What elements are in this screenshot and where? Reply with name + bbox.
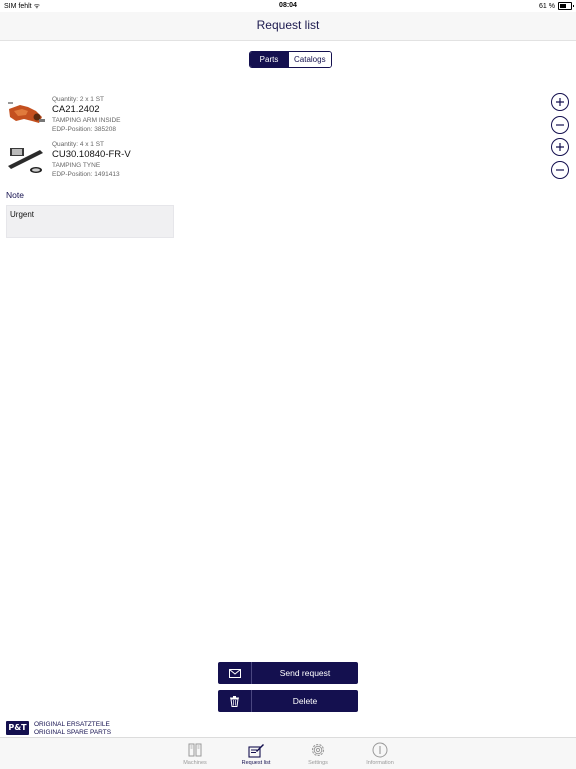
item-description: TAMPING TYNE	[52, 162, 101, 169]
brand-text: ORIGINAL ERSATZTEILE ORIGINAL SPARE PART…	[34, 721, 111, 737]
send-request-button[interactable]: Send request	[218, 662, 358, 684]
brand-line-1: ORIGINAL ERSATZTEILE	[34, 721, 110, 728]
item-details: Quantity: 2 x 1 ST CA21.2402 TAMPING ARM…	[52, 95, 121, 134]
tab-label: Request list	[241, 760, 271, 766]
segment-parts[interactable]: Parts	[250, 52, 288, 67]
brand-line-2: ORIGINAL SPARE PARTS	[34, 729, 112, 736]
envelope-icon	[218, 662, 252, 684]
info-icon	[372, 742, 388, 758]
status-bar: SIM fehlt ᯤ 08:04 61 %	[0, 0, 576, 12]
brand-logo: P&T	[6, 721, 29, 735]
minus-icon	[556, 124, 564, 126]
note-label: Note	[6, 190, 24, 200]
increase-quantity-button[interactable]	[551, 138, 569, 156]
item-details: Quantity: 4 x 1 ST CU30.10840-FR-V TAMPI…	[52, 140, 131, 179]
item-quantity: Quantity: 4 x 1 ST	[52, 141, 105, 148]
request-list-icon	[248, 744, 264, 758]
status-time: 08:04	[279, 2, 297, 9]
item-edp-position: EDP-Position: 1491413	[52, 171, 120, 178]
item-description: TAMPING ARM INSIDE	[52, 117, 121, 124]
tab-label: Machines	[183, 760, 207, 766]
minus-icon	[556, 169, 564, 171]
item-part-number: CU30.10840-FR-V	[52, 149, 131, 160]
tab-request-list[interactable]: Request list	[226, 741, 286, 766]
segmented-control: Parts Catalogs	[249, 51, 332, 68]
delete-button[interactable]: Delete	[218, 690, 358, 712]
book-icon	[188, 743, 202, 757]
delete-label: Delete	[292, 696, 318, 706]
plus-icon	[556, 143, 564, 151]
tab-bar: Machines Request list Settings Informati…	[0, 737, 576, 769]
tab-information[interactable]: Information	[350, 741, 410, 766]
segment-catalogs[interactable]: Catalogs	[288, 52, 331, 67]
tab-machines[interactable]: Machines	[165, 741, 225, 766]
navigation-bar: Request list	[0, 12, 576, 41]
item-part-number: CA21.2402	[52, 104, 100, 115]
battery-status: 61 %	[539, 2, 574, 10]
tamping-arm-image	[6, 97, 46, 133]
list-item[interactable]: Quantity: 2 x 1 ST CA21.2402 TAMPING ARM…	[6, 95, 306, 139]
send-request-label: Send request	[279, 668, 331, 678]
trash-icon	[218, 690, 252, 712]
gear-icon	[311, 743, 325, 757]
note-input[interactable]: Urgent	[6, 205, 174, 238]
battery-icon	[558, 2, 574, 10]
tab-label: Settings	[308, 760, 328, 766]
page-title: Request list	[256, 18, 320, 32]
item-edp-position: EDP-Position: 385208	[52, 126, 116, 133]
tab-settings[interactable]: Settings	[288, 741, 348, 766]
battery-percent: 61 %	[539, 2, 555, 10]
decrease-quantity-button[interactable]	[551, 161, 569, 179]
tab-label: Information	[366, 760, 394, 766]
list-item[interactable]: Quantity: 4 x 1 ST CU30.10840-FR-V TAMPI…	[6, 140, 306, 184]
tamping-tyne-image	[6, 142, 46, 178]
plus-icon	[556, 98, 564, 106]
decrease-quantity-button[interactable]	[551, 116, 569, 134]
increase-quantity-button[interactable]	[551, 93, 569, 111]
brand-block: P&T ORIGINAL ERSATZTEILE ORIGINAL SPARE …	[6, 721, 111, 737]
item-quantity: Quantity: 2 x 1 ST	[52, 96, 105, 103]
